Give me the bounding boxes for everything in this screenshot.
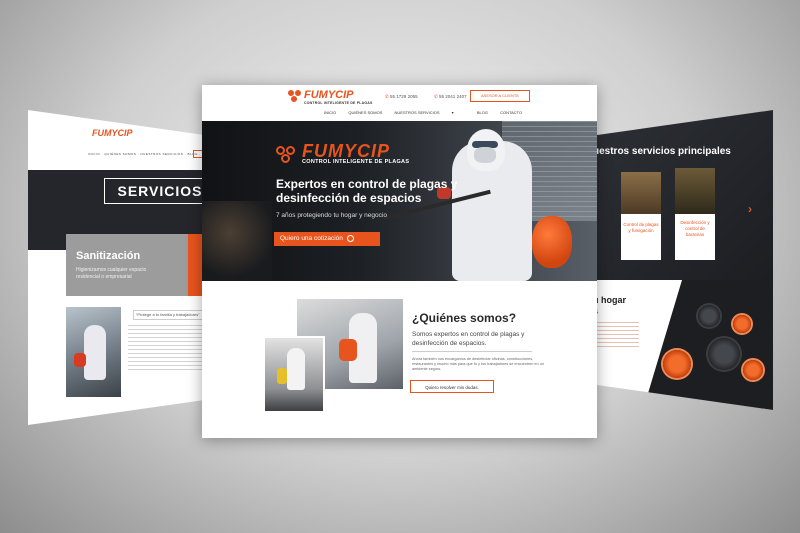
chevron-right-icon[interactable]: › — [748, 202, 752, 216]
about-lead: Somos expertos en control de plagas y de… — [412, 331, 525, 347]
phone-link-1[interactable]: ✆ 55 1729 2055 — [385, 94, 418, 100]
about-body: Ahora también nos encargamos de desinfec… — [412, 357, 544, 371]
left-page-mockup: FUMYCIP INICIO · QUIÉNES SOMOS · NUESTRO… — [28, 110, 228, 425]
virus-icon — [663, 350, 691, 378]
main-nav: INICIO QUIÉNES SOMOS NUESTROS SERVICIOS … — [324, 110, 533, 115]
virus-icon — [733, 315, 751, 333]
right-card-image-1 — [621, 172, 661, 214]
left-logo: FUMYCIP — [92, 128, 133, 138]
about-divider — [412, 351, 532, 352]
left-sanitizacion-card[interactable] — [66, 234, 188, 296]
right-page-mockup: uestros servicios principales Control de… — [583, 110, 773, 410]
quote-request-button[interactable]: Quiero una cotización — [274, 232, 380, 246]
site-header — [202, 85, 597, 121]
phone-link-2[interactable]: ✆ 55 2041 2407 — [434, 94, 467, 100]
hero-logo-tagline: CONTROL INTELIGENTE DE PLAGAS — [302, 159, 410, 165]
logo-icon — [288, 90, 302, 102]
logo-tagline: CONTROL INTELIGENTE DE PLAGAS — [304, 101, 373, 105]
right-hogar-title: u hogars — [593, 295, 626, 316]
virus-icon — [708, 338, 740, 370]
right-card-image-2 — [675, 168, 715, 214]
nav-item-inicio[interactable]: INICIO — [324, 110, 336, 115]
logo-icon — [276, 146, 298, 164]
nav-item-blog[interactable]: BLOG — [477, 110, 488, 115]
left-servicios-title: SERVICIOS — [104, 178, 216, 204]
faq-button[interactable]: Quiero resolver mis dudas. — [410, 380, 494, 393]
right-services-title: uestros servicios principales — [593, 146, 731, 157]
whatsapp-icon — [346, 234, 354, 242]
left-worker-photo — [66, 307, 121, 397]
phone-icon: ✆ — [434, 94, 438, 99]
hero-mask — [474, 147, 496, 163]
advisor-button[interactable]: ASESOR A CLIENTE — [470, 90, 530, 102]
center-page-mockup: FUMYCIP CONTROL INTELIGENTE DE PLAGAS ✆ … — [202, 85, 597, 438]
hero-background-worker — [202, 201, 272, 281]
about-title: ¿Quiénes somos? — [412, 311, 517, 325]
left-sanitizacion-title: Sanitización — [76, 250, 141, 262]
hero-spray-tank — [532, 216, 572, 268]
nav-item-contacto[interactable]: CONTACTO — [500, 110, 522, 115]
virus-icon — [698, 305, 720, 327]
about-photo-secondary — [263, 336, 325, 413]
right-card-caption-2: Desinfección y control de bacterias — [680, 220, 710, 237]
virus-icon — [743, 360, 763, 380]
left-sanitizacion-desc: Higienizamos cualquier espacio residenci… — [76, 267, 147, 280]
nav-item-servicios[interactable]: NUESTROS SERVICIOS ▾ — [395, 110, 465, 115]
right-virus-panel — [643, 280, 773, 410]
chevron-down-icon: ▾ — [451, 110, 454, 115]
right-card-caption-1: Control de plagas y fumigación — [623, 222, 659, 233]
nav-item-quienes-somos[interactable]: QUIÉNES SOMOS — [348, 110, 382, 115]
hero-subtitle: 7 años protegiendo tu hogar y negocio — [276, 212, 387, 219]
phone-icon: ✆ — [385, 94, 389, 99]
logo-name: FUMYCIP — [304, 89, 354, 101]
right-hogar-lines — [593, 322, 639, 350]
hero-headline: Expertos en control de plagas y desinfec… — [276, 177, 458, 205]
